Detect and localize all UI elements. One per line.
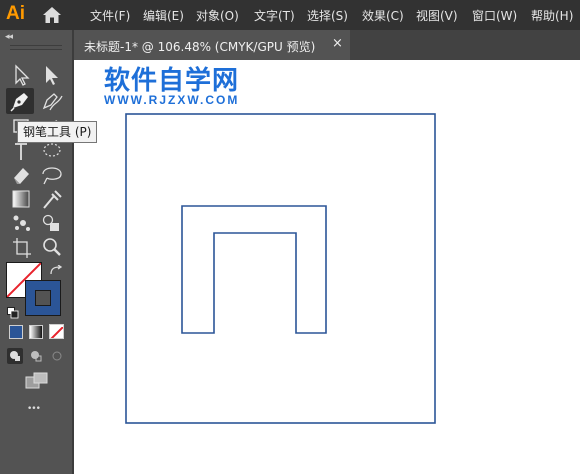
artboard-tool-icon[interactable] bbox=[8, 234, 36, 260]
menu-window[interactable]: 窗口(W) bbox=[472, 7, 517, 24]
document-tab[interactable]: 未标题-1* @ 106.48% (CMYK/GPU 预览) × bbox=[74, 30, 350, 60]
draw-behind-icon[interactable] bbox=[28, 348, 44, 364]
menu-effect[interactable]: 效果(C) bbox=[362, 7, 404, 24]
artboard-canvas[interactable]: 软件自学网 WWW.RJZXW.COM bbox=[74, 60, 580, 474]
home-icon[interactable] bbox=[42, 6, 62, 24]
pen-tool-icon[interactable] bbox=[6, 88, 34, 114]
artwork bbox=[125, 113, 436, 424]
menu-view[interactable]: 视图(V) bbox=[416, 7, 458, 24]
shape-builder-tool-icon[interactable] bbox=[38, 210, 66, 236]
none-mode-button[interactable] bbox=[49, 324, 64, 339]
eyedropper-tool-icon[interactable] bbox=[38, 186, 66, 212]
tools-panel: ◂◂ ••• bbox=[0, 30, 74, 474]
color-mode-button[interactable] bbox=[9, 325, 23, 339]
draw-normal-icon[interactable] bbox=[7, 348, 23, 364]
selection-tool-icon[interactable] bbox=[8, 62, 36, 88]
app-logo: Ai bbox=[6, 3, 25, 24]
menu-object[interactable]: 对象(O) bbox=[196, 7, 239, 24]
menu-file[interactable]: 文件(F) bbox=[90, 7, 130, 24]
eraser-tool-icon[interactable] bbox=[8, 162, 36, 188]
collapse-panel-button[interactable]: ◂◂ bbox=[5, 32, 13, 42]
document-tab-title: 未标题-1* @ 106.48% (CMYK/GPU 预览) bbox=[84, 40, 316, 54]
default-colors-icon[interactable] bbox=[7, 304, 19, 319]
menu-bar: Ai 文件(F) 编辑(E) 对象(O) 文字(T) 选择(S) 效果(C) 视… bbox=[0, 0, 580, 30]
shaper-tool-icon[interactable] bbox=[38, 162, 66, 188]
panel-grip[interactable] bbox=[10, 45, 62, 50]
zoom-tool-icon[interactable] bbox=[38, 234, 66, 260]
close-tab-button[interactable]: × bbox=[332, 36, 343, 51]
more-tools-button[interactable]: ••• bbox=[27, 404, 41, 414]
menu-edit[interactable]: 编辑(E) bbox=[143, 7, 184, 24]
menu-select[interactable]: 选择(S) bbox=[307, 7, 348, 24]
outer-square-path bbox=[125, 113, 436, 424]
menu-help[interactable]: 帮助(H) bbox=[531, 7, 573, 24]
stroke-swatch[interactable] bbox=[25, 280, 61, 316]
gradient-tool-icon[interactable] bbox=[8, 186, 36, 212]
pen-tool-tooltip: 钢笔工具 (P) bbox=[17, 121, 98, 143]
draw-inside-icon[interactable] bbox=[49, 348, 65, 364]
swap-fill-stroke-icon[interactable] bbox=[49, 262, 63, 275]
curvature-tool-icon[interactable] bbox=[38, 88, 66, 114]
screen-mode-icon[interactable] bbox=[25, 372, 49, 390]
menu-type[interactable]: 文字(T) bbox=[254, 7, 295, 24]
arch-shape-path bbox=[181, 205, 327, 334]
symbol-sprayer-tool-icon[interactable] bbox=[8, 210, 36, 236]
direct-selection-tool-icon[interactable] bbox=[38, 62, 66, 88]
gradient-mode-button[interactable] bbox=[29, 325, 43, 339]
document-tab-bar: 未标题-1* @ 106.48% (CMYK/GPU 预览) × bbox=[74, 30, 580, 60]
